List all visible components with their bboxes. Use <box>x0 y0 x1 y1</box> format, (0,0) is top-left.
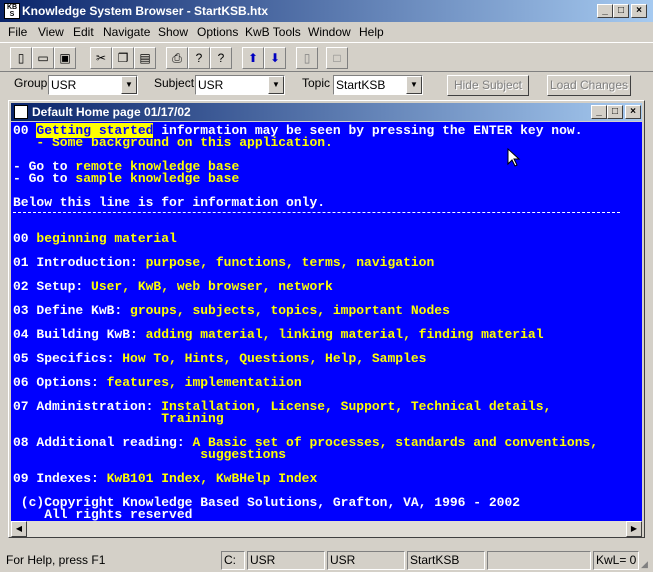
mouse-cursor-icon <box>507 148 521 167</box>
doc-close-button[interactable]: × <box>625 105 641 119</box>
content-line: Training <box>13 411 224 426</box>
page-icon[interactable]: ▯ <box>296 47 318 69</box>
status-subject: USR <box>327 551 405 570</box>
menu-file[interactable]: File <box>8 22 27 42</box>
status-drive: C: <box>221 551 245 570</box>
app-icon[interactable]: KB S <box>4 3 20 19</box>
cut-icon[interactable]: ✂ <box>90 47 112 69</box>
menu-edit[interactable]: Edit <box>73 22 94 42</box>
scroll-left-icon[interactable]: ◀ <box>11 521 27 537</box>
status-group: USR <box>247 551 325 570</box>
menu-kwb-tools[interactable]: KwB Tools <box>245 22 301 42</box>
help-icon[interactable]: ? <box>188 47 210 69</box>
sample-kb-link[interactable]: sample knowledge base <box>75 171 239 186</box>
menu-view[interactable]: View <box>38 22 64 42</box>
chevron-down-icon[interactable]: ▼ <box>121 76 137 94</box>
toolbar: ▯ ▭ ▣ ✂ ❐ ▤ ⎙ ? ? ⬆ ⬇ ▯ □ <box>0 42 653 72</box>
selector-row: Group USR ▼ Subject USR ▼ Topic StartKSB… <box>0 72 653 98</box>
close-button[interactable]: × <box>631 4 647 18</box>
content-line: 00 beginning material <box>13 231 177 246</box>
status-bar: For Help, press F1 C: USR USR StartKSB K… <box>0 549 653 572</box>
up-arrow-icon[interactable]: ⬆ <box>242 47 264 69</box>
content-line: 09 Indexes: KwB101 Index, KwBHelp Index <box>13 471 318 486</box>
group-value: USR <box>51 78 77 92</box>
copy-icon[interactable]: ❐ <box>112 47 134 69</box>
status-topic: StartKSB <box>407 551 485 570</box>
doc-minimize-button[interactable]: _ <box>591 105 607 119</box>
menu-options[interactable]: Options <box>197 22 238 42</box>
topic-value: StartKSB <box>336 78 386 92</box>
app-title: Knowledge System Browser - StartKSB.htx <box>22 4 269 18</box>
hide-subject-button[interactable]: Hide Subject <box>447 75 529 96</box>
doc-maximize-button[interactable]: □ <box>607 105 623 119</box>
context-help-icon[interactable]: ? <box>210 47 232 69</box>
subject-label: Subject <box>154 76 195 90</box>
chevron-down-icon[interactable]: ▼ <box>268 76 284 94</box>
group-select[interactable]: USR ▼ <box>48 75 138 95</box>
content-line: 01 Introduction: purpose, functions, ter… <box>13 255 435 270</box>
content-line: Below this line is for information only. <box>13 195 326 210</box>
divider <box>13 212 620 213</box>
subject-value: USR <box>198 78 224 92</box>
status-kwl: KwL= 0 <box>593 551 639 570</box>
minimize-button[interactable]: _ <box>597 4 613 18</box>
content-line: 03 Define KwB: groups, subjects, topics,… <box>13 303 450 318</box>
resize-grip-icon[interactable]: ◢ <box>641 559 651 569</box>
topic-select[interactable]: StartKSB ▼ <box>333 75 423 95</box>
menu-help[interactable]: Help <box>359 22 384 42</box>
content-line: - Go to sample knowledge base <box>13 171 240 186</box>
document-window: Default Home page 01/17/02 _ □ × 00 Gett… <box>8 100 645 538</box>
content-line: 04 Building KwB: adding material, linkin… <box>13 327 544 342</box>
app-title-bar: KB S Knowledge System Browser - StartKSB… <box>0 0 653 22</box>
paste-icon[interactable]: ▤ <box>134 47 156 69</box>
document-content[interactable]: 00 Getting started information may be se… <box>11 122 642 521</box>
status-blank <box>487 551 591 570</box>
open-icon[interactable]: ▭ <box>32 47 54 69</box>
content-line: suggestions <box>13 447 287 462</box>
blank-page-icon[interactable]: □ <box>326 47 348 69</box>
maximize-button[interactable]: □ <box>613 4 629 18</box>
group-label: Group <box>14 76 48 90</box>
document-title-bar: Default Home page 01/17/02 _ □ × <box>11 103 642 121</box>
menu-navigate[interactable]: Navigate <box>103 22 150 42</box>
content-line: - Some background on this application. <box>13 135 333 150</box>
new-icon[interactable]: ▯ <box>10 47 32 69</box>
document-icon[interactable] <box>14 105 28 119</box>
content-line: 05 Specifics: How To, Hints, Questions, … <box>13 351 427 366</box>
subject-select[interactable]: USR ▼ <box>195 75 285 95</box>
horizontal-scrollbar[interactable]: ◀ ▶ <box>11 521 642 537</box>
scroll-right-icon[interactable]: ▶ <box>626 521 642 537</box>
menu-window[interactable]: Window <box>308 22 351 42</box>
down-arrow-icon[interactable]: ⬇ <box>264 47 286 69</box>
save-icon[interactable]: ▣ <box>54 47 76 69</box>
status-help-text: For Help, press F1 <box>6 553 106 567</box>
menu-bar: File View Edit Navigate Show Options KwB… <box>0 22 653 42</box>
load-changes-button[interactable]: Load Changes <box>547 75 631 96</box>
content-line: 02 Setup: User, KwB, web browser, networ… <box>13 279 333 294</box>
content-line: All rights reserved <box>13 507 193 522</box>
content-line: 06 Options: features, implementatiion <box>13 375 302 390</box>
print-icon[interactable]: ⎙ <box>166 47 188 69</box>
menu-show[interactable]: Show <box>158 22 188 42</box>
topic-label: Topic <box>302 76 331 90</box>
chevron-down-icon[interactable]: ▼ <box>406 76 422 94</box>
document-title: Default Home page 01/17/02 <box>32 105 191 119</box>
